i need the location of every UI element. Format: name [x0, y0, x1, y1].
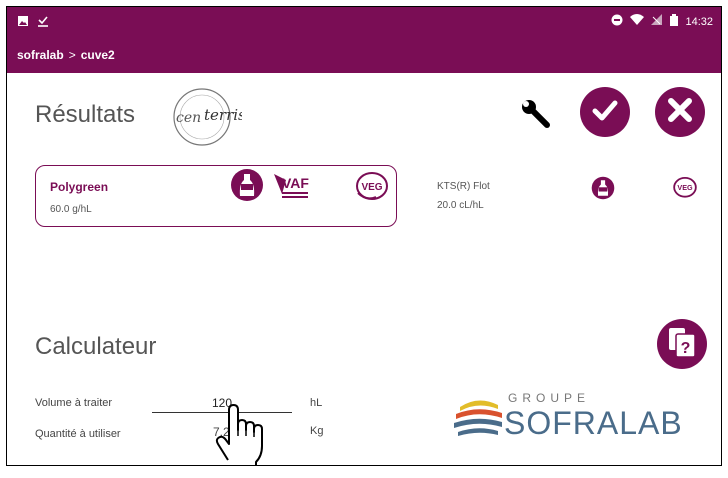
status-bar: 14:32: [7, 7, 721, 35]
quantity-label: Quantité à utiliser: [35, 428, 121, 440]
breadcrumb: sofralab > cuve2: [17, 48, 115, 62]
close-icon: [666, 96, 694, 129]
copy-help-icon: ?: [667, 326, 697, 363]
logo-brand-text: SOFRALAB: [504, 405, 683, 441]
clock: 14:32: [685, 15, 713, 28]
cancel-button[interactable]: [655, 87, 705, 137]
product-dose: 60.0 g/hL: [50, 204, 92, 215]
wrench-icon[interactable]: [520, 98, 552, 135]
image-notification-icon: [17, 14, 29, 32]
product-card-polygreen[interactable]: Polygreen 60.0 g/hL VAF VEG: [35, 165, 397, 227]
product-name: Polygreen: [50, 180, 109, 194]
logo-groupe-text: GROUPE: [508, 391, 591, 405]
do-not-disturb-icon: [611, 14, 623, 29]
calculator-help-button[interactable]: ?: [657, 319, 707, 369]
touch-hand-icon: [210, 400, 266, 465]
results-title: Résultats: [35, 101, 136, 128]
vegan-icon: VEG: [672, 176, 698, 205]
allergen-free-icon: [591, 176, 615, 205]
no-signal-icon: [651, 14, 663, 29]
checkmark-icon: [590, 95, 620, 130]
svg-text:VAF: VAF: [282, 175, 309, 191]
download-notification-icon: [37, 14, 49, 32]
vegan-icon: VEG: [354, 171, 390, 208]
svg-text:cen: cen: [176, 110, 201, 126]
validate-button[interactable]: [580, 87, 630, 137]
svg-text:VEG: VEG: [677, 183, 693, 192]
breadcrumb-root[interactable]: sofralab: [17, 48, 64, 62]
volume-label: Volume à traiter: [35, 397, 113, 409]
vaf-icon: VAF: [272, 170, 312, 207]
svg-text:?: ?: [681, 340, 691, 357]
product-name-kts[interactable]: KTS(R) Flot: [437, 181, 490, 192]
svg-text:VEG: VEG: [361, 182, 382, 193]
svg-text:terris: terris: [204, 106, 242, 124]
breadcrumb-separator: >: [68, 48, 76, 62]
allergen-free-icon: [230, 168, 264, 207]
terris-badge-logo: cen terris: [172, 86, 246, 148]
product-dose-kts: 20.0 cL/hL: [437, 200, 484, 211]
calculator-title: Calculateur: [35, 333, 157, 360]
volume-unit: hL: [310, 397, 323, 409]
sofralab-logo-mark: [454, 400, 502, 436]
breadcrumb-current: cuve2: [80, 48, 115, 62]
app-bar: sofralab > cuve2: [7, 35, 721, 73]
app-frame: 14:32 sofralab > cuve2 Résultats cen terri…: [6, 6, 722, 466]
wifi-icon: [630, 14, 645, 29]
quantity-unit: Kg: [310, 425, 324, 437]
battery-icon: [670, 14, 679, 29]
